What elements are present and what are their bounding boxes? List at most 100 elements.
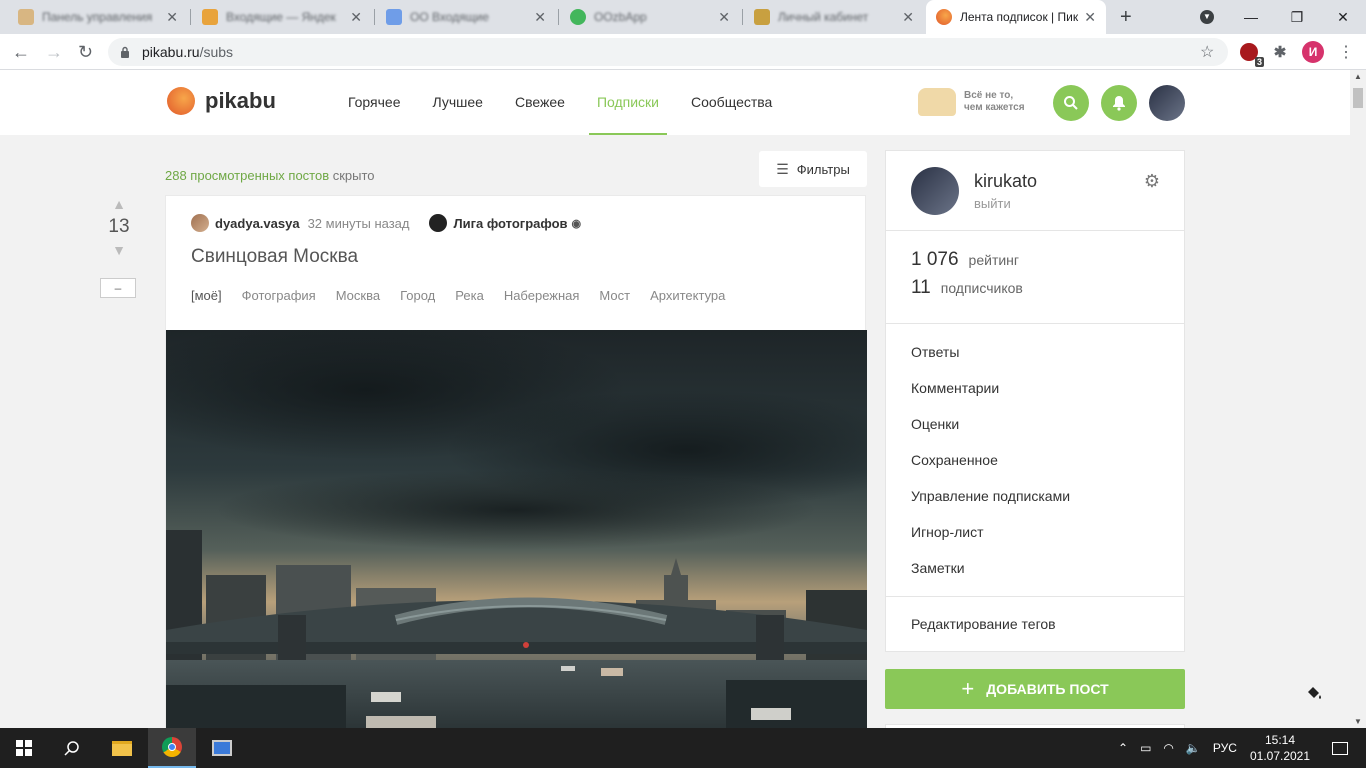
tab-search-button[interactable]: ▼ [1184, 0, 1230, 34]
promo-banner[interactable]: Всё не то, чем кажется [918, 88, 1025, 116]
filters-button[interactable]: ☰ Фильтры [759, 151, 867, 187]
nav-communities[interactable]: Сообщества [683, 70, 780, 135]
start-button[interactable] [0, 728, 48, 768]
profile-avatar-button[interactable]: И [1302, 41, 1324, 63]
tab-divider [374, 9, 375, 25]
filters-label: Фильтры [796, 161, 850, 177]
tab-divider [742, 9, 743, 25]
system-clock[interactable]: 15:14 01.07.2021 [1248, 732, 1312, 764]
rating-value: 1 076 [911, 249, 959, 270]
remote-desktop-button[interactable] [198, 728, 246, 768]
nav-subscriptions[interactable]: Подписки [588, 70, 667, 135]
tab-close-icon[interactable]: ✕ [350, 9, 362, 26]
menu-item-comments[interactable]: Комментарии [886, 370, 1184, 406]
post-author[interactable]: dyadya.vasya [215, 216, 300, 231]
nav-fresh[interactable]: Свежее [507, 70, 573, 135]
browser-tab-active[interactable]: Лента подписок | Пик ✕ [926, 0, 1106, 34]
volume-icon[interactable]: 🔈 [1186, 741, 1201, 755]
gear-icon[interactable]: ⚙ [1144, 171, 1160, 192]
browser-tab[interactable]: ОО Входящие ✕ [376, 0, 556, 34]
tag[interactable]: [моё] [191, 288, 222, 303]
scroll-down-arrow-icon[interactable]: ▼ [1354, 717, 1362, 726]
tag[interactable]: Москва [336, 288, 380, 303]
address-bar[interactable]: pikabu.ru/subs [108, 38, 1228, 66]
tab-close-icon[interactable]: ✕ [534, 9, 546, 26]
profile-username[interactable]: kirukato [974, 171, 1037, 192]
browser-tab[interactable]: OOzbApp ✕ [560, 0, 740, 34]
browser-tab[interactable]: Личный кабинет ✕ [744, 0, 924, 34]
tag[interactable]: Набережная [504, 288, 580, 303]
input-language[interactable]: РУС [1213, 741, 1237, 755]
browser-tab[interactable]: Панель управления ✕ [8, 0, 188, 34]
tab-close-icon[interactable]: ✕ [902, 9, 914, 26]
reload-icon[interactable]: ↻ [78, 42, 93, 63]
menu-item-edit-tags[interactable]: Редактирование тегов [886, 597, 1184, 651]
hidden-posts-link[interactable]: 288 просмотренных постов [165, 168, 329, 183]
forward-arrow-icon[interactable]: → [45, 42, 63, 63]
tab-title: Личный кабинет [778, 10, 869, 24]
battery-icon[interactable]: ▭ [1140, 741, 1151, 755]
tab-close-icon[interactable]: ✕ [166, 9, 178, 26]
pikabu-favicon-icon [936, 9, 952, 25]
tag[interactable]: Фотография [242, 288, 316, 303]
back-arrow-icon[interactable]: ← [12, 42, 30, 63]
close-window-button[interactable]: ✕ [1320, 0, 1366, 34]
new-tab-button[interactable]: + [1120, 6, 1132, 29]
nav-best[interactable]: Лучшее [425, 70, 491, 135]
pikabu-logo[interactable]: pikabu [167, 87, 276, 115]
author-avatar[interactable] [191, 214, 209, 232]
menu-item-saved[interactable]: Сохраненное [886, 442, 1184, 478]
browser-tab-strip: Панель управления ✕ Входящие — Яндекс ✕ … [0, 0, 1366, 34]
file-explorer-button[interactable] [98, 728, 146, 768]
scrollbar-thumb[interactable] [1353, 88, 1363, 108]
bookmark-star-icon[interactable]: ☆ [1200, 42, 1214, 62]
add-post-button[interactable]: + ДОБАВИТЬ ПОСТ [885, 669, 1185, 709]
restore-button[interactable]: ❐ [1274, 0, 1320, 34]
profile-avatar[interactable] [911, 167, 959, 215]
search-button[interactable] [1053, 85, 1089, 121]
tag[interactable]: Мост [599, 288, 630, 303]
paint-bucket-icon[interactable] [1305, 684, 1323, 707]
post-title[interactable]: Свинцовая Москва [191, 246, 358, 268]
url-path: /subs [199, 44, 234, 60]
chevron-up-icon[interactable]: ⌃ [1118, 741, 1128, 755]
subscribers-label: подписчиков [940, 280, 1023, 296]
post-community[interactable]: Лига фотографов ◉ [429, 214, 581, 232]
minimize-button[interactable]: — [1228, 0, 1274, 34]
tab-favicon-icon [754, 9, 770, 25]
ublock-extension-icon[interactable]: 3 [1240, 43, 1264, 67]
chrome-taskbar-button[interactable] [148, 728, 196, 768]
clock-time: 15:14 [1264, 733, 1296, 747]
taskbar-search-button[interactable] [48, 728, 96, 768]
tab-close-icon[interactable]: ✕ [718, 9, 730, 26]
collapse-post-button[interactable]: – [100, 278, 136, 298]
menu-item-ratings[interactable]: Оценки [886, 406, 1184, 442]
page-scrollbar[interactable]: ▲ ▼ [1350, 70, 1366, 728]
chrome-icon [162, 737, 182, 757]
post-time: 32 минуты назад [307, 215, 410, 231]
tag[interactable]: Архитектура [650, 288, 725, 303]
notifications-button[interactable] [1101, 85, 1137, 121]
tag[interactable]: Река [455, 288, 484, 303]
moscow-bridge-photo [166, 330, 867, 728]
post-vote-panel: ▲ 13 ▼ – [100, 196, 138, 298]
extensions-puzzle-icon[interactable]: ✱ [1271, 43, 1289, 61]
tag[interactable]: Город [400, 288, 435, 303]
menu-kebab-icon[interactable]: ⋮ [1338, 42, 1354, 62]
menu-item-notes[interactable]: Заметки [886, 550, 1184, 586]
windows-taskbar: ⌃ ▭ ◠ 🔈 РУС 15:14 01.07.2021 [0, 728, 1366, 768]
downvote-arrow-icon[interactable]: ▼ [100, 242, 138, 258]
upvote-arrow-icon[interactable]: ▲ [100, 196, 138, 212]
scroll-up-arrow-icon[interactable]: ▲ [1354, 72, 1362, 81]
nav-hot[interactable]: Горячее [340, 70, 409, 135]
logout-link[interactable]: выйти [974, 196, 1011, 211]
menu-item-manage-subscriptions[interactable]: Управление подписками [886, 478, 1184, 514]
menu-item-answers[interactable]: Ответы [886, 334, 1184, 370]
tab-close-icon[interactable]: ✕ [1084, 9, 1096, 26]
wifi-icon[interactable]: ◠ [1163, 741, 1173, 755]
menu-item-ignore-list[interactable]: Игнор-лист [886, 514, 1184, 550]
browser-tab[interactable]: Входящие — Яндекс ✕ [192, 0, 372, 34]
user-avatar[interactable] [1149, 85, 1185, 121]
post-photo[interactable] [166, 330, 867, 728]
notification-center-button[interactable] [1316, 728, 1364, 768]
